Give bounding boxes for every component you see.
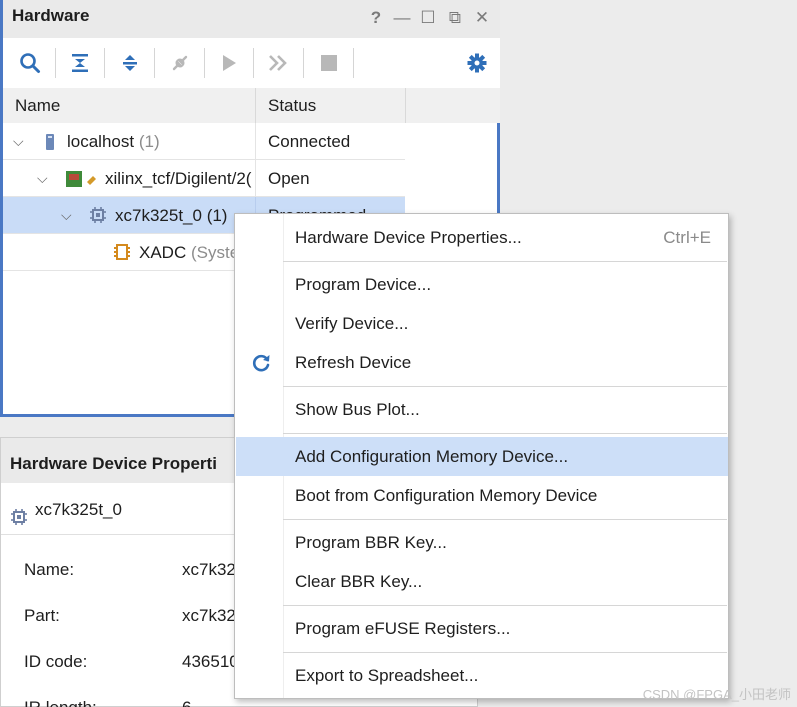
tree-row-localhost[interactable]: ⌵ localhost (1) Connected <box>3 123 405 160</box>
menu-separator <box>283 652 727 653</box>
chevron-down-icon[interactable]: ⌵ <box>61 197 72 234</box>
hardware-title-bar: Hardware ? — ☐ ⧉ ✕ <box>3 0 500 38</box>
menu-item-label: Program Device... <box>295 275 432 294</box>
menu-item-shortcut: Ctrl+E <box>663 228 711 247</box>
menu-item-label: Add Configuration Memory Device... <box>295 447 569 466</box>
property-value: xc7k32 <box>182 606 236 625</box>
refresh-icon <box>250 352 272 374</box>
menu-item-refresh-device[interactable]: Refresh Device <box>236 343 728 382</box>
menu-item-label: Program BBR Key... <box>295 533 447 552</box>
menu-item-hardware-device-properties[interactable]: Hardware Device Properties... Ctrl+E <box>236 218 728 257</box>
context-menu: Hardware Device Properties... Ctrl+E Pro… <box>234 213 729 699</box>
menu-item-program-bbr-key[interactable]: Program BBR Key... <box>236 523 728 562</box>
board-icon <box>65 170 99 193</box>
menu-item-label: Clear BBR Key... <box>295 572 423 591</box>
property-value: 436510 <box>182 652 239 671</box>
menu-item-label: Export to Spreadsheet... <box>295 666 479 685</box>
run-icon[interactable] <box>213 48 245 78</box>
chevron-down-icon[interactable]: ⌵ <box>37 160 48 197</box>
toolbar-separator <box>104 48 105 78</box>
tree-item-name: localhost (1) <box>67 132 160 151</box>
expand-all-icon[interactable] <box>114 48 146 78</box>
column-header-status[interactable]: Status <box>256 88 406 123</box>
hardware-toolbar <box>3 38 500 88</box>
properties-panel-title: Hardware Device Properti <box>10 454 217 473</box>
menu-separator <box>283 386 727 387</box>
menu-separator <box>283 433 727 434</box>
tree-item-status: Open <box>255 160 405 197</box>
menu-item-label: Show Bus Plot... <box>295 400 420 419</box>
step-forward-icon[interactable] <box>263 48 295 78</box>
menu-item-clear-bbr-key[interactable]: Clear BBR Key... <box>236 562 728 601</box>
property-label: Name: <box>24 560 75 579</box>
chip-icon <box>89 206 107 229</box>
chip-icon <box>10 501 28 541</box>
menu-item-verify-device[interactable]: Verify Device... <box>236 304 728 343</box>
chevron-down-icon[interactable]: ⌵ <box>13 123 24 160</box>
toolbar-separator <box>55 48 56 78</box>
gear-icon[interactable] <box>461 48 493 78</box>
minimize-button[interactable]: — <box>393 8 411 28</box>
search-icon[interactable] <box>14 48 46 78</box>
toolbar-separator <box>303 48 304 78</box>
menu-item-label: Boot from Configuration Memory Device <box>295 486 598 505</box>
menu-separator <box>283 519 727 520</box>
property-label: Part: <box>24 606 60 625</box>
toolbar-separator <box>253 48 254 78</box>
toolbar-separator <box>353 48 354 78</box>
menu-item-add-configuration-memory-device[interactable]: Add Configuration Memory Device... <box>236 437 728 476</box>
property-value: 6 <box>182 688 191 707</box>
menu-item-boot-from-configuration-memory-device[interactable]: Boot from Configuration Memory Device <box>236 476 728 515</box>
menu-item-label: Refresh Device <box>295 353 412 372</box>
server-icon <box>45 133 55 156</box>
property-label: ID code: <box>24 652 88 671</box>
tree-header: Name Status <box>3 88 500 123</box>
stop-icon[interactable] <box>313 48 345 78</box>
watermark: CSDN @FPGA_小田老师 <box>642 687 791 702</box>
property-value: xc7k32 <box>182 560 236 579</box>
properties-device-name: xc7k325t_0 <box>35 500 122 519</box>
hardware-panel-title: Hardware <box>12 6 90 25</box>
menu-item-label: Program eFUSE Registers... <box>295 619 511 638</box>
collapse-all-icon[interactable] <box>64 48 96 78</box>
toolbar-separator <box>154 48 155 78</box>
column-header-name[interactable]: Name <box>3 88 256 123</box>
toolbar-separator <box>204 48 205 78</box>
maximize-button[interactable]: ☐ <box>419 8 437 28</box>
auto-connect-icon[interactable] <box>164 48 196 78</box>
tree-item-status: Connected <box>255 123 405 160</box>
menu-item-label: Hardware Device Properties... <box>295 228 522 247</box>
xadc-icon <box>113 243 131 266</box>
menu-separator <box>283 605 727 606</box>
tree-row-target[interactable]: ⌵ xilinx_tcf/Digilent/2( Open <box>3 160 405 197</box>
float-button[interactable]: ⧉ <box>446 8 464 28</box>
close-button[interactable]: ✕ <box>473 8 491 28</box>
menu-item-program-device[interactable]: Program Device... <box>236 265 728 304</box>
menu-separator <box>283 261 727 262</box>
menu-item-label: Verify Device... <box>295 314 409 333</box>
tree-item-name: xilinx_tcf/Digilent/2( <box>105 169 252 188</box>
menu-item-show-bus-plot[interactable]: Show Bus Plot... <box>236 390 728 429</box>
menu-item-program-efuse-registers[interactable]: Program eFUSE Registers... <box>236 609 728 648</box>
help-button[interactable]: ? <box>367 8 385 28</box>
property-label: IR length: <box>24 688 97 707</box>
